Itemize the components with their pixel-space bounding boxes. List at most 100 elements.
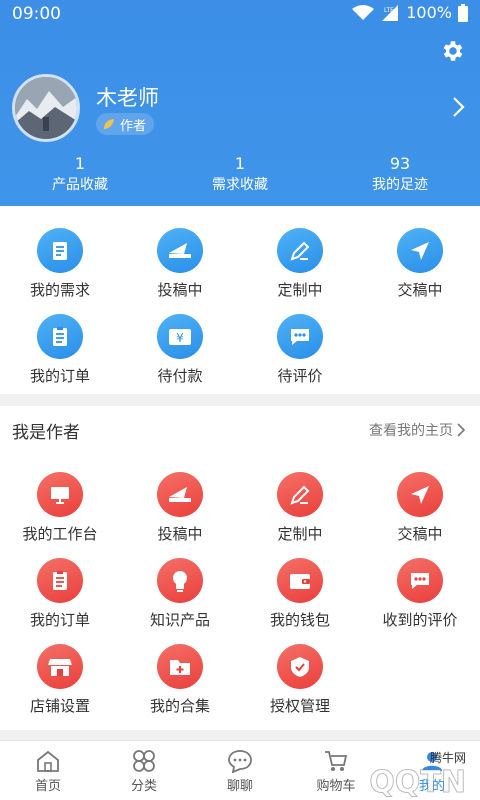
gear-icon[interactable]: [440, 38, 466, 64]
shop-settings-button[interactable]: 店铺设置: [0, 630, 120, 716]
action-label: 待付款: [157, 367, 203, 385]
home-icon: [37, 750, 59, 772]
signal-icon: LTE: [382, 4, 399, 21]
section-title: 我是作者: [12, 423, 80, 443]
stat-value: 93: [389, 154, 411, 173]
action-label: 授权管理: [269, 697, 330, 715]
pending-payment-button[interactable]: ¥ 待付款: [120, 300, 240, 386]
view-homepage-link[interactable]: 查看我的主页: [369, 420, 466, 440]
action-label: 我的需求: [29, 281, 90, 299]
stat-label: 我的足迹: [372, 177, 428, 193]
action-label: 知识产品: [149, 611, 210, 629]
stat-product-favorites[interactable]: 1 产品收藏: [0, 154, 160, 194]
chat-bubble-icon: [277, 314, 323, 359]
wifi-icon: [352, 4, 375, 20]
stat-demand-favorites[interactable]: 1 需求收藏: [160, 154, 320, 194]
shop-icon: [37, 644, 83, 689]
battery-percent: 100%: [406, 3, 452, 22]
my-collections-button[interactable]: 我的合集: [120, 630, 240, 716]
submitting-button[interactable]: 投稿中: [120, 214, 240, 300]
delivering-button[interactable]: 交稿中: [360, 214, 480, 300]
order-list-icon: [37, 558, 83, 603]
pencil-icon: [277, 472, 323, 517]
customizing-button[interactable]: 定制中: [240, 214, 360, 300]
author-section: 我是作者 查看我的主页 我的工作台 投稿中 定制中 交稿中 我的订单 知识产品 …: [0, 406, 480, 730]
stat-label: 需求收藏: [212, 177, 268, 193]
stat-footprints[interactable]: 93 我的足迹: [320, 154, 480, 194]
pending-review-button[interactable]: 待评价: [240, 300, 360, 386]
folder-plus-icon: [157, 644, 203, 689]
nav-category[interactable]: 分类: [96, 741, 192, 800]
chat-bubble-icon: [397, 558, 443, 603]
action-label: 交稿中: [397, 525, 443, 543]
action-label: 交稿中: [397, 281, 443, 299]
action-label: 定制中: [277, 525, 323, 543]
action-label: 收到的评价: [382, 611, 458, 629]
author-orders-button[interactable]: 我的订单: [0, 544, 120, 630]
link-label: 查看我的主页: [369, 423, 453, 439]
leaf-icon: [104, 119, 114, 129]
my-orders-button[interactable]: 我的订单: [0, 300, 120, 386]
stats-row: 1 产品收藏 1 需求收藏 93 我的足迹: [0, 154, 480, 194]
action-label: 我的订单: [29, 611, 90, 629]
action-label: 我的钱包: [269, 611, 330, 629]
battery-icon: [458, 3, 468, 22]
action-label: 投稿中: [157, 281, 203, 299]
svg-text:腾牛网: 腾牛网: [430, 750, 466, 765]
action-label: 投稿中: [157, 525, 203, 543]
action-label: 待评价: [277, 367, 323, 385]
author-delivering-button[interactable]: 交稿中: [360, 458, 480, 544]
knowledge-products-button[interactable]: 知识产品: [120, 544, 240, 630]
action-label: 店铺设置: [29, 697, 90, 715]
chat-icon: [228, 750, 252, 773]
status-time: 09:00: [12, 4, 61, 24]
role-badge: 作者: [96, 113, 155, 135]
action-label: 定制中: [277, 281, 323, 299]
authorization-button[interactable]: 授权管理: [240, 630, 360, 716]
nav-chat[interactable]: 聊聊: [192, 741, 288, 800]
stat-label: 产品收藏: [52, 177, 108, 193]
nav-label: 聊聊: [226, 779, 253, 794]
svg-text:LTE: LTE: [384, 7, 394, 14]
action-label: 我的订单: [29, 367, 90, 385]
submit-envelope-icon: [157, 228, 203, 273]
workstation-button[interactable]: 我的工作台: [0, 458, 120, 544]
lightbulb-icon: [157, 558, 203, 603]
stat-value: 1: [234, 154, 246, 173]
buyer-grid: 我的需求 投稿中 定制中 交稿中 我的订单 ¥ 待付款 待评价: [0, 214, 480, 386]
order-list-icon: [37, 314, 83, 359]
workstation-icon: [37, 472, 83, 517]
nav-label: 分类: [130, 779, 157, 794]
document-icon: [37, 228, 83, 273]
wallet-icon: [277, 558, 323, 603]
action-label: 我的合集: [149, 697, 210, 715]
chevron-right-icon[interactable]: [450, 96, 466, 118]
chevron-right-icon: [457, 423, 466, 437]
profile-header: 09:00 LTE 100% 木老师 作者 1 产品收藏 1 需求收藏 93 我…: [0, 0, 480, 206]
role-label: 作者: [120, 118, 147, 134]
status-icons: LTE 100%: [352, 3, 468, 22]
author-customizing-button[interactable]: 定制中: [240, 458, 360, 544]
action-label: 我的工作台: [22, 525, 98, 543]
paper-plane-icon: [397, 472, 443, 517]
pencil-icon: [277, 228, 323, 273]
avatar[interactable]: [12, 74, 80, 142]
buyer-section: 我的需求 投稿中 定制中 交稿中 我的订单 ¥ 待付款 待评价: [0, 206, 480, 394]
yen-payment-icon: ¥: [157, 314, 203, 359]
nav-home[interactable]: 首页: [0, 741, 96, 800]
status-bar: 09:00 LTE 100%: [0, 0, 480, 28]
shield-check-icon: [277, 644, 323, 689]
svg-text:¥: ¥: [176, 331, 184, 345]
user-name: 木老师: [96, 86, 159, 110]
svg-text:QQTN: QQTN: [369, 765, 466, 798]
author-submitting-button[interactable]: 投稿中: [120, 458, 240, 544]
my-demands-button[interactable]: 我的需求: [0, 214, 120, 300]
submit-envelope-icon: [157, 472, 203, 517]
author-grid: 我的工作台 投稿中 定制中 交稿中 我的订单 知识产品 我的钱包 收到的评价 店…: [0, 458, 480, 716]
category-icon: [133, 750, 155, 772]
watermark-logo: 腾牛网 QQTN: [369, 750, 467, 798]
stat-value: 1: [74, 154, 86, 173]
my-wallet-button[interactable]: 我的钱包: [240, 544, 360, 630]
nav-label: 首页: [34, 779, 61, 794]
received-reviews-button[interactable]: 收到的评价: [360, 544, 480, 630]
